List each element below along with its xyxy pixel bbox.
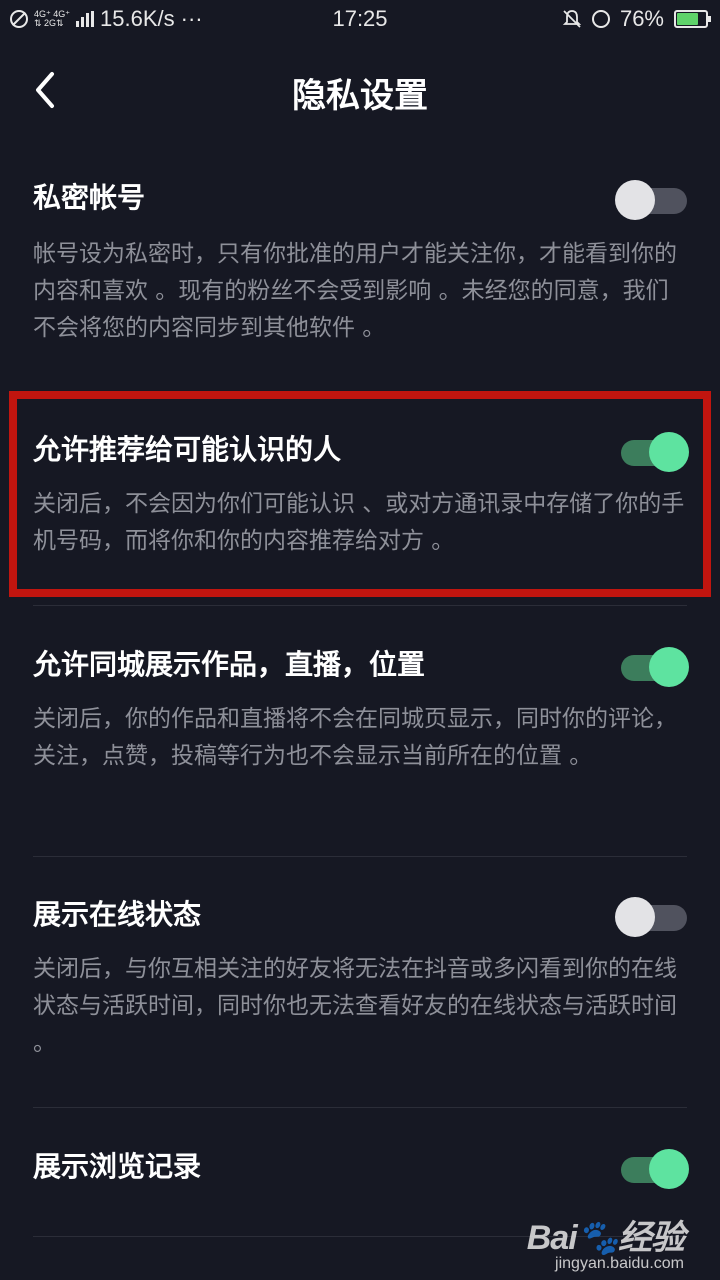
setting-description: 关闭后，你的作品和直播将不会在同城页显示，同时你的评论，关注，点赞，投稿等行为也… — [33, 706, 677, 769]
setting-title: 允许同城展示作品，直播，位置 — [33, 648, 426, 681]
mute-bell-icon — [562, 10, 582, 28]
battery-icon — [674, 10, 711, 28]
divider — [33, 856, 687, 857]
status-bar: 4G⁺ 4G⁺ ⇅ 2G⇅ 15.6K/s ··· 17:25 76% — [0, 0, 720, 36]
highlight-box — [9, 391, 711, 597]
alarm-icon — [591, 10, 610, 28]
setting-title: 私密帐号 — [33, 181, 146, 214]
setting-browse-history: 展示浏览记录 — [33, 1147, 689, 1189]
setting-description: 关闭后，与你互相关注的好友将无法在抖音或多闪看到你的在线状态与活跃时间，同时你也… — [33, 956, 677, 1056]
status-right: 76% — [562, 6, 711, 32]
header: 隐私设置 — [0, 50, 720, 130]
setting-private-account: 私密帐号 帐号设为私密时，只有你批准的用户才能关注你，才能看到你的内容和喜欢 。… — [33, 178, 687, 347]
setting-description: 帐号设为私密时，只有你批准的用户才能关注你，才能看到你的内容和喜欢 。现有的粉丝… — [33, 241, 677, 341]
divider — [33, 605, 687, 606]
page-title: 隐私设置 — [292, 76, 428, 116]
browse-history-toggle[interactable] — [615, 1149, 689, 1189]
baidu-watermark: Bai🐾经验 jingyan.baidu.com — [526, 1210, 685, 1273]
setting-online-status: 展示在线状态 关闭后，与你互相关注的好友将无法在抖音或多闪看到你的在线状态与活跃… — [33, 895, 687, 1062]
local-display-toggle[interactable] — [615, 647, 689, 687]
battery-percent: 76% — [619, 6, 664, 31]
online-status-toggle[interactable] — [615, 897, 687, 937]
setting-title: 展示在线状态 — [33, 898, 202, 931]
setting-title: 展示浏览记录 — [33, 1150, 202, 1183]
private-account-toggle[interactable] — [615, 180, 687, 220]
setting-local-display: 允许同城展示作品，直播，位置 关闭后，你的作品和直播将不会在同城页显示，同时你的… — [33, 645, 689, 775]
watermark-logo: Bai🐾经验 — [526, 1219, 685, 1257]
divider — [33, 1107, 687, 1108]
